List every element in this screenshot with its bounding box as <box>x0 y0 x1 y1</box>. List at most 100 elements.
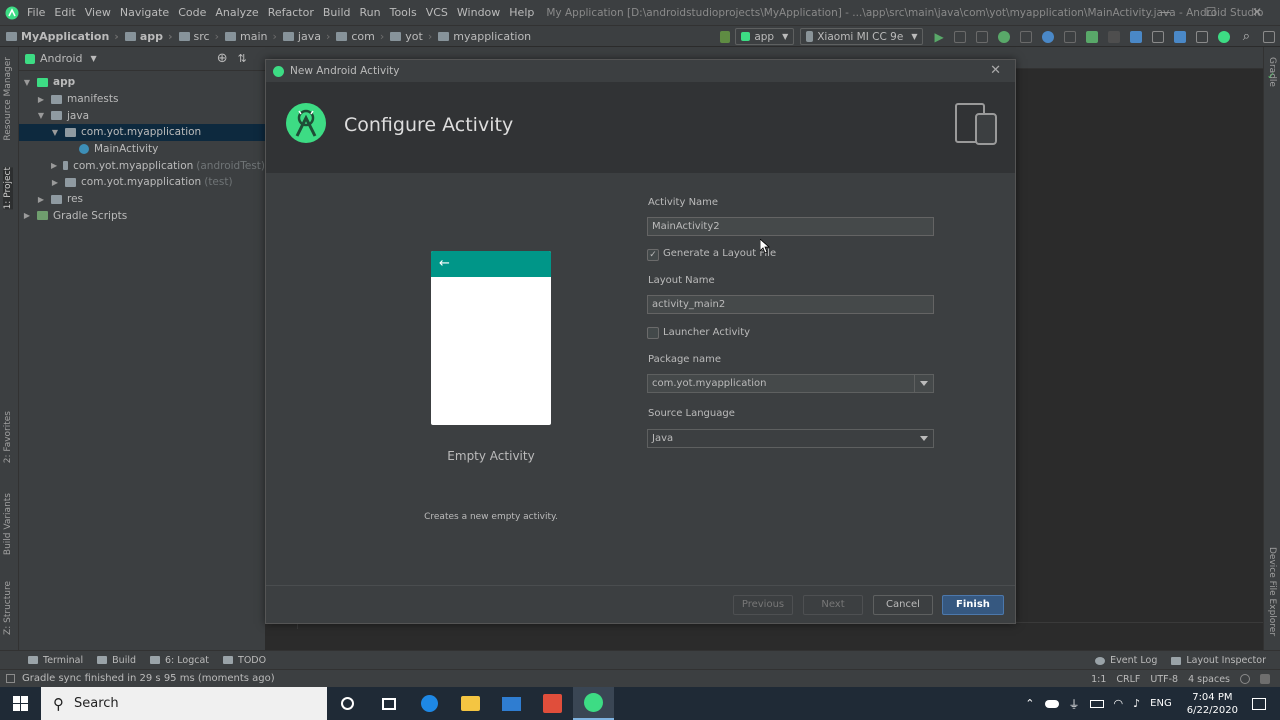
previous-button[interactable]: Previous <box>733 595 793 615</box>
layout-name-input[interactable]: activity_main2 <box>647 295 934 314</box>
sync-gradle-icon[interactable] <box>1173 30 1186 43</box>
breadcrumb-main[interactable]: main › <box>225 30 277 43</box>
tab-resource-manager[interactable]: Resource Manager <box>3 57 13 141</box>
lock-icon[interactable] <box>1240 674 1250 684</box>
tool-windows-toggle-icon[interactable] <box>6 674 15 683</box>
menu-analyze[interactable]: Analyze <box>210 6 262 19</box>
close-icon[interactable]: ✕ <box>990 63 1001 78</box>
menu-edit[interactable]: Edit <box>49 6 79 19</box>
device-select[interactable]: Xiaomi MI CC 9e ▼ <box>800 28 924 45</box>
collapsed-arrow-icon[interactable]: ▶ <box>51 178 59 187</box>
avd-manager-icon[interactable] <box>1195 30 1208 43</box>
tree-item-gradle-scripts[interactable]: ▶ Gradle Scripts <box>19 208 265 225</box>
tab-device-file-explorer[interactable]: Device File Explorer <box>1267 547 1277 636</box>
menu-window[interactable]: Window <box>452 6 504 19</box>
breadcrumb-src[interactable]: src › <box>178 30 219 43</box>
debug-icon[interactable] <box>997 30 1010 43</box>
taskbar-search-box[interactable]: ⚲ Search <box>41 687 327 720</box>
launcher-activity-checkbox[interactable] <box>647 327 659 339</box>
run-config-select[interactable]: app ▼ <box>735 28 795 45</box>
menu-view[interactable]: View <box>80 6 115 19</box>
network-icon[interactable]: ⏚ <box>1069 696 1080 712</box>
menu-help[interactable]: Help <box>504 6 538 19</box>
apply-changes-icon[interactable] <box>975 30 988 43</box>
tree-item-app[interactable]: ▼ app <box>19 74 265 91</box>
breadcrumb-project[interactable]: MyApplication › <box>6 30 119 43</box>
menu-code[interactable]: Code <box>173 6 210 19</box>
sdk-manager-icon[interactable] <box>1151 30 1164 43</box>
menu-vcs[interactable]: VCS <box>421 6 452 19</box>
chevron-down-icon[interactable]: ▼ <box>91 54 97 63</box>
attach-debugger-icon[interactable] <box>1063 30 1076 43</box>
project-structure-icon[interactable] <box>1129 30 1142 43</box>
collapsed-arrow-icon[interactable]: ▶ <box>37 95 45 104</box>
tree-item-mainactivity[interactable]: MainActivity <box>19 141 265 158</box>
tree-item-package-androidtest[interactable]: ▶ com.yot.myapplication (androidTest) <box>19 157 265 174</box>
run-icon[interactable]: ▶ <box>934 30 943 44</box>
project-view-select[interactable]: Android <box>40 52 83 65</box>
breadcrumb-module[interactable]: app › <box>124 30 173 43</box>
onedrive-icon[interactable] <box>1044 699 1059 708</box>
next-button[interactable]: Next <box>803 595 863 615</box>
breadcrumb-yot[interactable]: yot › <box>390 30 432 43</box>
logcat-tab[interactable]: 6: Logcat <box>150 655 209 666</box>
android-studio-taskbar-button[interactable] <box>573 687 614 720</box>
menu-run[interactable]: Run <box>355 6 385 19</box>
tab-structure[interactable]: Z: Structure <box>3 581 13 635</box>
activity-name-input[interactable]: MainActivity2 <box>647 217 934 236</box>
inspector-icon[interactable] <box>1260 674 1270 684</box>
assistant-icon[interactable] <box>1217 30 1230 43</box>
indent-setting[interactable]: 4 spaces <box>1188 674 1230 685</box>
profile-icon[interactable] <box>1041 30 1054 43</box>
notifications-icon[interactable] <box>1252 697 1266 710</box>
hammer-build-icon[interactable] <box>720 30 731 43</box>
rerun-icon[interactable] <box>953 30 966 43</box>
expanded-arrow-icon[interactable]: ▼ <box>51 128 59 137</box>
build-tab[interactable]: Build <box>97 655 136 666</box>
tab-favorites[interactable]: 2: Favorites <box>3 411 13 463</box>
tree-item-manifests[interactable]: ▶ manifests <box>19 91 265 108</box>
cortana-button[interactable] <box>327 687 368 720</box>
menu-build[interactable]: Build <box>318 6 355 19</box>
expanded-arrow-icon[interactable]: ▼ <box>37 111 45 120</box>
breadcrumb-java[interactable]: java › <box>282 30 330 43</box>
file-encoding[interactable]: UTF-8 <box>1150 674 1178 685</box>
tree-item-java[interactable]: ▼ java <box>19 107 265 124</box>
tree-item-package-test[interactable]: ▶ com.yot.myapplication (test) <box>19 174 265 191</box>
battery-icon[interactable] <box>1089 699 1104 708</box>
terminal-tab[interactable]: Terminal <box>28 655 83 666</box>
task-view-button[interactable] <box>368 687 409 720</box>
cancel-button[interactable]: Cancel <box>873 595 933 615</box>
menu-refactor[interactable]: Refactor <box>263 6 318 19</box>
start-button[interactable] <box>0 687 41 720</box>
coverage-icon[interactable] <box>1019 30 1032 43</box>
tree-item-package-main[interactable]: ▼ com.yot.myapplication <box>19 124 265 141</box>
tab-project[interactable]: 1: Project <box>3 167 13 210</box>
edge-button[interactable] <box>409 687 450 720</box>
chevron-up-icon[interactable]: ⌃ <box>1025 697 1034 710</box>
minimize-button[interactable]: — <box>1142 0 1188 25</box>
wifi-icon[interactable]: ◠ <box>1114 697 1124 710</box>
volume-icon[interactable]: ♪ <box>1133 697 1140 710</box>
collapsed-arrow-icon[interactable]: ▶ <box>37 195 45 204</box>
source-language-select[interactable]: Java <box>647 429 934 448</box>
event-log-tab[interactable]: Event Log <box>1095 655 1157 666</box>
tree-item-res[interactable]: ▶ res <box>19 191 265 208</box>
generate-layout-checkbox[interactable]: ✓ <box>647 249 659 261</box>
package-name-combo[interactable]: com.yot.myapplication <box>647 374 934 393</box>
layout-inspector-tab[interactable]: Layout Inspector <box>1171 655 1266 666</box>
clock[interactable]: 7:04 PM 6/22/2020 <box>1187 691 1238 717</box>
input-language[interactable]: ENG <box>1150 698 1172 709</box>
mail-button[interactable] <box>491 687 532 720</box>
collapsed-arrow-icon[interactable]: ▶ <box>23 211 31 220</box>
android-debug-icon[interactable] <box>1085 30 1098 43</box>
todo-tab[interactable]: TODO <box>223 655 266 666</box>
close-window-button[interactable]: ✕ <box>1234 0 1280 25</box>
app-red-button[interactable] <box>532 687 573 720</box>
collapse-all-icon[interactable]: ⇅ <box>238 52 247 65</box>
line-separator[interactable]: CRLF <box>1116 674 1140 685</box>
chevron-down-icon[interactable] <box>914 375 933 392</box>
menu-navigate[interactable]: Navigate <box>115 6 173 19</box>
breadcrumb-myapplication[interactable]: myapplication <box>438 30 531 43</box>
menu-tools[interactable]: Tools <box>385 6 421 19</box>
